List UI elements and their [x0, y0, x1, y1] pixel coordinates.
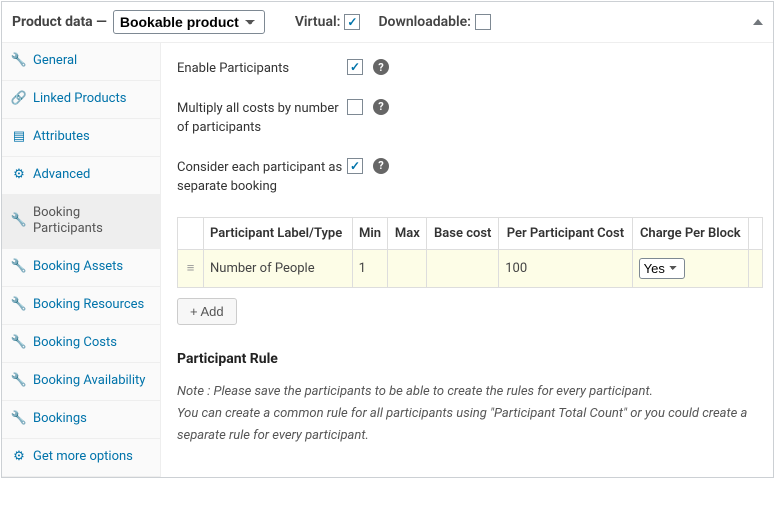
cell-charge: Yes: [632, 249, 748, 287]
sidebar-item-label: Advanced: [33, 167, 90, 184]
charge-per-block-select[interactable]: Yes: [639, 258, 685, 279]
sidebar-item-label: Booking Participants: [33, 205, 150, 239]
product-data-panel: Product data — Bookable product Virtual:…: [1, 1, 774, 478]
sidebar-item-general[interactable]: 🔧 General: [2, 43, 160, 81]
wrench-icon: 🔧: [12, 53, 26, 70]
separate-booking-label: Consider each participant as separate bo…: [177, 158, 347, 197]
sidebar-item-bookings[interactable]: 🔧 Bookings: [2, 401, 160, 439]
col-per: Per Participant Cost: [499, 217, 632, 249]
col-min: Min: [352, 217, 388, 249]
content-area: Enable Participants ✓ ? Multiply all cos…: [161, 43, 773, 477]
sidebar-item-label: Booking Resources: [33, 297, 144, 314]
sidebar-item-get-more-options[interactable]: ⚙ Get more options: [2, 439, 160, 477]
participant-rule-note: Note : Please save the participants to b…: [177, 381, 763, 447]
wrench-icon: 🔧: [12, 259, 26, 276]
col-spacer: [749, 217, 763, 249]
cell-spacer: [749, 249, 763, 287]
sidebar-item-booking-participants[interactable]: 🔧 Booking Participants: [2, 195, 160, 250]
collapse-toggle-icon[interactable]: [753, 19, 763, 25]
sidebar-item-booking-costs[interactable]: 🔧 Booking Costs: [2, 325, 160, 363]
enable-participants-label: Enable Participants: [177, 59, 347, 79]
sidebar-item-label: Booking Assets: [33, 259, 123, 276]
sidebar-item-label: Booking Availability: [33, 373, 145, 390]
sidebar-item-label: Linked Products: [33, 91, 126, 108]
cell-max[interactable]: [388, 249, 427, 287]
sidebar-item-booking-availability[interactable]: 🔧 Booking Availability: [2, 363, 160, 401]
wrench-icon: 🔧: [12, 373, 26, 390]
sidebar-item-label: Attributes: [33, 129, 90, 146]
wrench-icon: 🔧: [12, 335, 26, 352]
cell-base[interactable]: [427, 249, 499, 287]
product-type-select[interactable]: Bookable product: [113, 10, 265, 34]
sidebar-item-booking-assets[interactable]: 🔧 Booking Assets: [2, 249, 160, 287]
wrench-icon: 🔧: [12, 411, 26, 428]
gear-icon: ⚙: [12, 167, 26, 184]
col-charge: Charge Per Block: [632, 217, 748, 249]
virtual-checkbox[interactable]: ✓: [344, 14, 360, 30]
link-icon: 🔗: [12, 91, 26, 108]
wrench-icon: 🔧: [12, 213, 26, 230]
enable-participants-checkbox[interactable]: ✓: [347, 59, 363, 75]
add-participant-button[interactable]: + Add: [177, 298, 237, 325]
virtual-label: Virtual:: [295, 14, 341, 30]
multiply-costs-label: Multiply all costs by number of particip…: [177, 99, 347, 138]
drag-handle-icon[interactable]: ≡: [178, 249, 204, 287]
list-icon: ▤: [12, 129, 26, 146]
sidebar-item-linked-products[interactable]: 🔗 Linked Products: [2, 81, 160, 119]
panel-title: Product data —: [12, 14, 107, 30]
gear-icon: ⚙: [12, 449, 26, 466]
sidebar-item-booking-resources[interactable]: 🔧 Booking Resources: [2, 287, 160, 325]
sidebar-item-label: General: [33, 53, 77, 70]
cell-min[interactable]: 1: [352, 249, 388, 287]
table-row: ≡ Number of People 1 100 Yes: [178, 249, 763, 287]
col-max: Max: [388, 217, 427, 249]
downloadable-checkbox[interactable]: [475, 14, 491, 30]
sidebar-item-advanced[interactable]: ⚙ Advanced: [2, 157, 160, 195]
wrench-icon: 🔧: [12, 297, 26, 314]
separate-booking-checkbox[interactable]: ✓: [347, 158, 363, 174]
help-icon[interactable]: ?: [373, 59, 389, 75]
sidebar-item-label: Get more options: [33, 449, 133, 466]
sidebar: 🔧 General 🔗 Linked Products ▤ Attributes ⚙ A…: [2, 43, 161, 477]
downloadable-label: Downloadable:: [378, 14, 471, 30]
col-base: Base cost: [427, 217, 499, 249]
participant-rule-heading: Participant Rule: [177, 351, 763, 367]
cell-label[interactable]: Number of People: [204, 249, 353, 287]
multiply-costs-checkbox[interactable]: [347, 99, 363, 115]
sidebar-item-label: Booking Costs: [33, 335, 117, 352]
sidebar-item-label: Bookings: [33, 411, 87, 428]
col-label: Participant Label/Type: [204, 217, 353, 249]
help-icon[interactable]: ?: [373, 158, 389, 174]
cell-per[interactable]: 100: [499, 249, 632, 287]
participants-table: Participant Label/Type Min Max Base cost…: [177, 217, 763, 288]
sidebar-item-attributes[interactable]: ▤ Attributes: [2, 119, 160, 157]
handle-header: [178, 217, 204, 249]
help-icon[interactable]: ?: [373, 99, 389, 115]
panel-header: Product data — Bookable product Virtual:…: [2, 2, 773, 43]
